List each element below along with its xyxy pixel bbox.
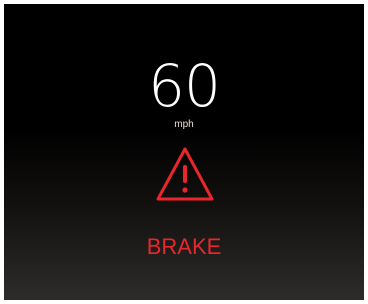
speed-alert-display: 60 mph BRAKE — [4, 4, 364, 300]
warning-triangle-icon — [155, 146, 215, 202]
display-frame: 60 mph BRAKE — [0, 0, 368, 304]
speed-value: 60 — [148, 52, 221, 120]
speed-unit: mph — [174, 119, 194, 130]
brake-alert-label: BRAKE — [146, 234, 222, 259]
